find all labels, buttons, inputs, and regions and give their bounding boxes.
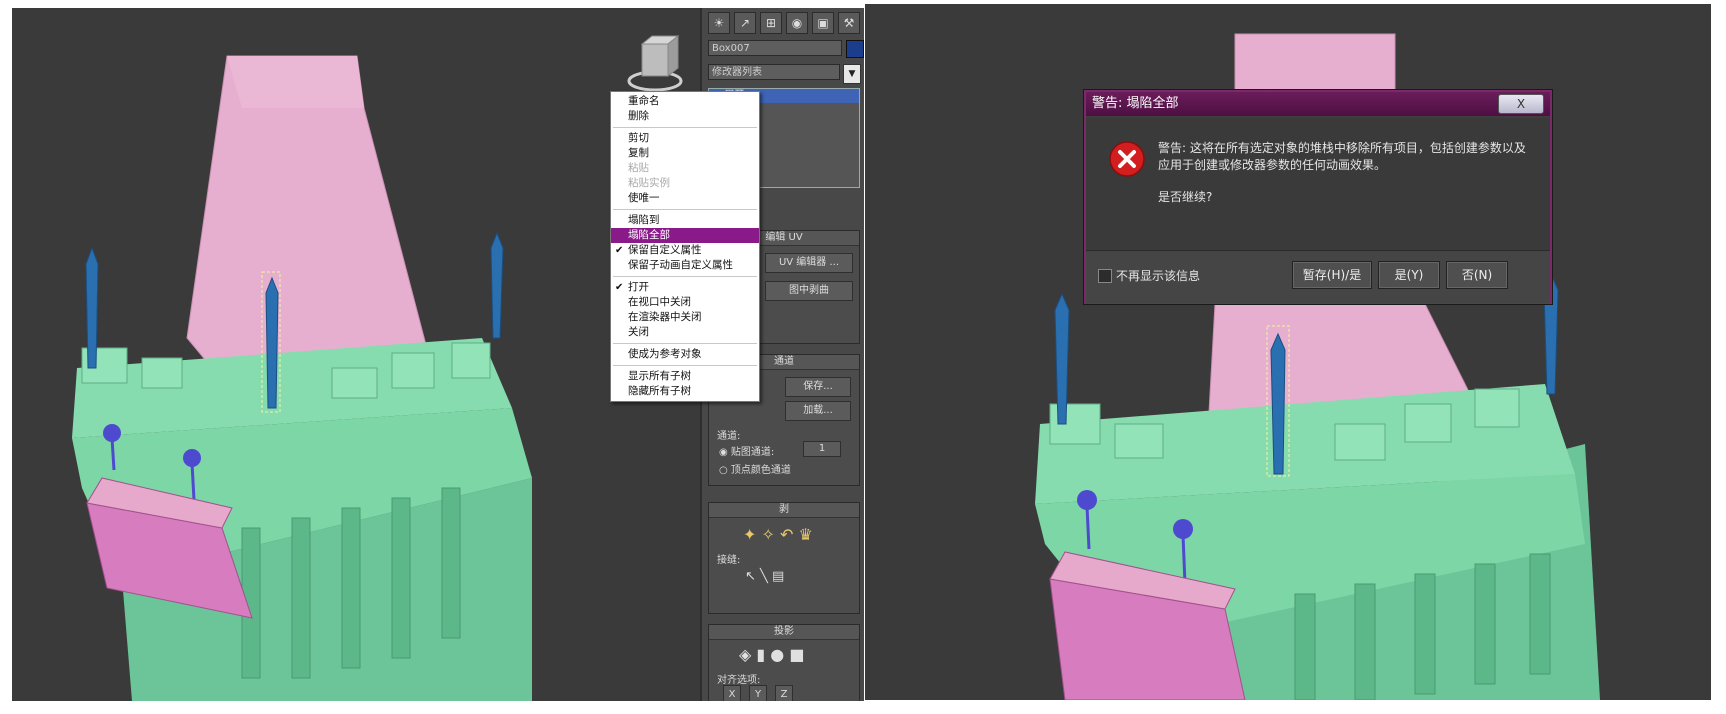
map-channel-spinner[interactable]: 1 (803, 441, 841, 457)
hierarchy-icon[interactable]: ⊞ (760, 12, 782, 34)
dont-show-label: 不再显示该信息 (1116, 269, 1201, 283)
viewport-left[interactable] (12, 8, 700, 701)
menu-item-label: 隐藏所有子树 (628, 385, 691, 397)
menu-item: 粘贴 (611, 161, 759, 176)
left-screenshot: ☀ ↗ ⊞ ◉ ▣ ⚒ Box007 修改器列表 ▼ w 展开 多边形 编辑 U… (12, 8, 864, 701)
menu-item[interactable]: 使成为参考对象 (611, 347, 759, 362)
seam-tools-icons[interactable]: ↖ ╲ ▤ (745, 569, 784, 584)
menu-item-label: 显示所有子树 (628, 370, 691, 382)
no-button[interactable]: 否(N) (1446, 261, 1508, 289)
map-channel-radio[interactable]: ◉ 贴图通道: (719, 443, 774, 458)
menu-item[interactable]: 在渲染器中关闭 (611, 310, 759, 325)
menu-separator (613, 209, 757, 210)
menu-separator (613, 365, 757, 366)
menu-separator (613, 343, 757, 344)
collapse-all-warning-dialog: 警告: 塌陷全部 X 警告: 这将在所有选定对象的堆栈中移除所有项目，包括创建参… (1084, 90, 1552, 304)
menu-item-label: 关闭 (628, 326, 649, 338)
hammer-icon[interactable]: ⚒ (838, 12, 860, 34)
close-button[interactable]: X (1498, 94, 1544, 114)
rollout-header[interactable]: 剥 (709, 503, 859, 518)
menu-item[interactable]: ✔ 保留自定义属性 (611, 243, 759, 258)
menu-item[interactable]: 显示所有子树 (611, 369, 759, 384)
menu-item[interactable]: 塌陷到 (611, 213, 759, 228)
menu-item[interactable]: 剪切 (611, 131, 759, 146)
align-z-button[interactable]: Z (775, 685, 793, 701)
peel-tools-icons[interactable]: ✦ ✧ ↶ ♛ (743, 525, 813, 544)
align-x-button[interactable]: X (723, 685, 741, 701)
menu-item[interactable]: ✔ 打开 (611, 280, 759, 295)
viewport-peel-button[interactable]: 图中剥曲 (765, 281, 853, 301)
menu-item[interactable]: 保留子动画自定义属性 (611, 258, 759, 273)
menu-item: 粘贴实例 (611, 176, 759, 191)
menu-item-label: 在渲染器中关闭 (628, 311, 702, 323)
vertex-color-label: 顶点颜色通道 (730, 465, 791, 476)
channel-label: 通道: (717, 431, 741, 442)
load-button[interactable]: 加载... (785, 401, 851, 421)
dont-show-checkbox[interactable] (1098, 269, 1112, 283)
hold-yes-button[interactable]: 暂存(H)/是 (1292, 261, 1372, 289)
menu-item[interactable]: 使唯一 (611, 191, 759, 206)
menu-item[interactable]: 在视口中关闭 (611, 295, 759, 310)
continue-question: 是否继续? (1158, 190, 1213, 204)
projection-icons[interactable]: ◈ ▮ ● ■ (739, 645, 804, 664)
menu-item[interactable]: 复制 (611, 146, 759, 161)
dialog-title: 警告: 塌陷全部 (1086, 92, 1550, 116)
menu-item[interactable]: 塌陷全部 (611, 228, 759, 243)
command-panel-tabs: ☀ ↗ ⊞ ◉ ▣ ⚒ (708, 12, 862, 34)
menu-item-label: 使唯一 (628, 192, 660, 204)
menu-item-label: 复制 (628, 147, 649, 159)
menu-item-label: 重命名 (628, 95, 660, 107)
display-icon[interactable]: ▣ (812, 12, 834, 34)
dialog-footer: 不再显示该信息 暂存(H)/是 是(Y) 否(N) (1086, 250, 1550, 303)
modifier-context-menu: 重命名删除剪切复制粘贴粘贴实例使唯一塌陷到塌陷全部 ✔ 保留自定义属性保留子动画自定… (610, 91, 760, 402)
menu-item-label: 粘贴 (628, 162, 649, 174)
menu-item-label: 塌陷到 (628, 214, 660, 226)
roof-top (1234, 33, 1396, 95)
menu-separator (613, 276, 757, 277)
projection-rollout: 投影 ◈ ▮ ● ■ 对齐选项: X Y Z (708, 624, 860, 701)
chevron-down-icon[interactable]: ▼ (843, 64, 861, 84)
curve-icon[interactable]: ↗ (734, 12, 756, 34)
menu-item-label: 使成为参考对象 (628, 348, 702, 360)
menu-item-label: 保留自定义属性 (628, 244, 702, 256)
uv-editor-button[interactable]: UV 编辑器 ... (765, 253, 853, 273)
menu-item-label: 粘贴实例 (628, 177, 670, 189)
menu-item-label: 塌陷全部 (628, 229, 670, 241)
dialog-body: 警告: 这将在所有选定对象的堆栈中移除所有项目，包括创建参数以及应用于创建或修改… (1086, 118, 1550, 250)
check-icon: ✔ (615, 245, 624, 256)
save-button[interactable]: 保存... (785, 377, 851, 397)
motion-icon[interactable]: ◉ (786, 12, 808, 34)
modifier-list-dropdown[interactable]: 修改器列表 (708, 64, 840, 80)
right-screenshot: 警告: 塌陷全部 X 警告: 这将在所有选定对象的堆栈中移除所有项目，包括创建参… (865, 4, 1711, 700)
check-icon: ✔ (615, 282, 624, 293)
vertex-color-radio[interactable]: ○ 顶点颜色通道 (719, 461, 791, 476)
align-options-label: 对齐选项: (717, 675, 761, 686)
rollout-header[interactable]: 投影 (709, 625, 859, 640)
menu-separator (613, 127, 757, 128)
menu-item-label: 在视口中关闭 (628, 296, 691, 308)
menu-item-label: 保留子动画自定义属性 (628, 259, 733, 271)
menu-item[interactable]: 重命名 (611, 94, 759, 109)
error-icon (1109, 141, 1145, 177)
object-color-swatch[interactable] (846, 40, 864, 58)
viewcube[interactable] (627, 34, 683, 92)
yes-button[interactable]: 是(Y) (1378, 261, 1440, 289)
seams-label: 接缝: (717, 555, 741, 566)
object-name-input[interactable]: Box007 (708, 40, 842, 56)
sun-icon[interactable]: ☀ (708, 12, 730, 34)
menu-item-label: 删除 (628, 110, 649, 122)
align-y-button[interactable]: Y (749, 685, 767, 701)
menu-item-label: 打开 (628, 281, 649, 293)
map-channel-label: 贴图通道: (730, 447, 775, 458)
menu-item[interactable]: 关闭 (611, 325, 759, 340)
menu-item[interactable]: 隐藏所有子树 (611, 384, 759, 399)
warning-message: 警告: 这将在所有选定对象的堆栈中移除所有项目，包括创建参数以及应用于创建或修改… (1158, 141, 1526, 172)
menu-item[interactable]: 删除 (611, 109, 759, 124)
peel-rollout: 剥 ✦ ✧ ↶ ♛ 接缝: ↖ ╲ ▤ (708, 502, 860, 614)
menu-item-label: 剪切 (628, 132, 649, 144)
